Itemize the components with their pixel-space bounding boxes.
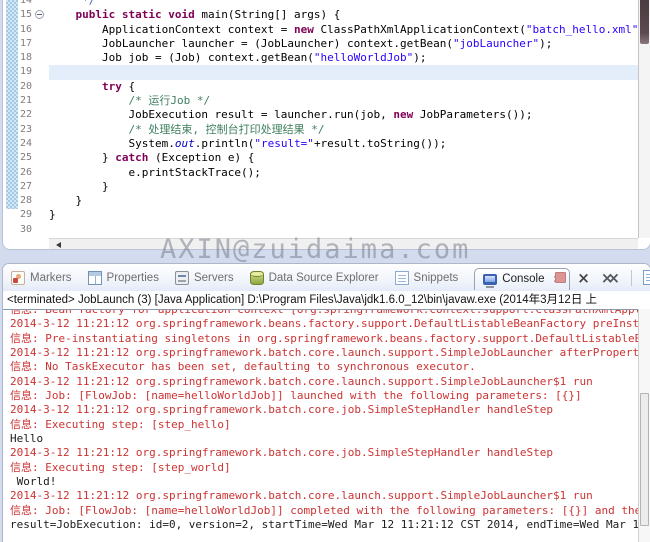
console-line: 信息: Job: [FlowJob: [name=helloWorldJob]]… (10, 389, 638, 403)
tab-label: Snippets (414, 272, 459, 284)
code-line[interactable]: */ (49, 0, 638, 8)
code-line[interactable]: /* 运行Job */ (49, 94, 638, 108)
line-number: 16 (3, 23, 49, 37)
markers-icon (11, 271, 25, 285)
console-line: 2014-3-12 11:21:12 org.springframework.b… (10, 317, 638, 331)
console-line: 2014-3-12 11:21:12 org.springframework.b… (10, 346, 638, 360)
code-line[interactable]: ApplicationContext context = new ClassPa… (49, 23, 638, 37)
tab-servers[interactable]: Servers (175, 271, 234, 285)
tab-label: Markers (30, 272, 72, 284)
remove-launch-icon[interactable]: × (577, 271, 590, 285)
data-source-explorer-icon (250, 271, 264, 285)
editor-horizontal-scrollbar[interactable] (49, 238, 638, 249)
line-number: 14 (3, 0, 49, 8)
tab-label: Servers (194, 272, 234, 284)
tab-markers[interactable]: Markers (11, 271, 72, 285)
view-tab-bar: Markers Properties Servers Data Source Expl… (3, 264, 650, 291)
line-number: 27 (3, 180, 49, 194)
code-lines: */ public static void main(String[] args… (49, 0, 638, 237)
console-line: 2014-3-12 11:21:12 org.springframework.b… (10, 375, 638, 389)
code-line[interactable]: Job job = (Job) context.getBean("helloWo… (49, 51, 638, 65)
servers-icon (175, 271, 189, 285)
console-line: 信息: Pre-instantiating singletons in org.… (10, 332, 638, 346)
console-status-line: <terminated> JobLaunch (3) [Java Applica… (3, 291, 650, 309)
code-line[interactable]: /* 处理结束, 控制台打印处理结果 */ (49, 123, 638, 137)
code-line[interactable]: try { (49, 80, 638, 94)
console-vertical-scrollbar-thumb[interactable] (640, 393, 649, 526)
line-number: 18 (3, 51, 49, 65)
console-icon (483, 274, 497, 285)
tab-label: Data Source Explorer (269, 272, 379, 284)
console-toolbar: × ×× (555, 264, 650, 291)
console-line: Hello (10, 432, 638, 446)
console-line: 信息: Executing step: [step_world] (10, 461, 638, 475)
remove-all-launches-icon[interactable]: ×× (601, 271, 620, 285)
line-number: 29 (3, 208, 49, 222)
line-number: 17 (3, 37, 49, 51)
line-number: 19 (3, 65, 49, 79)
code-line[interactable]: e.printStackTrace(); (49, 166, 638, 180)
code-line[interactable]: JobLauncher launcher = (JobLauncher) con… (49, 37, 638, 51)
editor-vertical-scrollbar[interactable] (638, 0, 650, 238)
line-number: 22 (3, 108, 49, 122)
line-number: 28 (3, 194, 49, 208)
tab-label: Console (502, 273, 544, 285)
code-line[interactable]: System.out.println("result="+result.toSt… (49, 137, 638, 151)
code-line[interactable] (49, 223, 638, 237)
java-editor-panel: 1415161718192021222324252627282930 */ pu… (2, 0, 650, 250)
console-line: result=JobExecution: id=0, version=2, st… (10, 518, 638, 532)
editor-gutter: 1415161718192021222324252627282930 (3, 0, 49, 238)
console-line: 信息: Job: [FlowJob: [name=helloWorldJob]]… (10, 504, 638, 518)
scroll-left-arrow-icon[interactable] (56, 242, 61, 248)
tab-snippets[interactable]: Snippets (395, 271, 459, 285)
fold-collapse-icon[interactable] (35, 10, 44, 19)
console-line: 2014-3-12 11:21:12 org.springframework.b… (10, 403, 638, 417)
toolbar-separator (631, 270, 632, 286)
clear-console-icon[interactable] (643, 270, 650, 285)
line-number: 30 (3, 223, 49, 237)
console-line: 信息: Executing step: [step_hello] (10, 418, 638, 432)
tab-properties[interactable]: Properties (88, 271, 159, 285)
properties-icon (88, 271, 102, 285)
console-vertical-scrollbar[interactable] (638, 309, 650, 542)
console-lines: 信息: Bean factory for application context… (10, 309, 638, 533)
console-line: World! (10, 475, 638, 489)
console-line: 信息: No TaskExecutor has been set, defaul… (10, 360, 638, 374)
code-line[interactable]: } catch (Exception e) { (49, 151, 638, 165)
tab-label: Properties (107, 272, 159, 284)
snippets-icon (395, 271, 409, 285)
line-number: 23 (3, 123, 49, 137)
terminate-icon[interactable] (555, 272, 566, 283)
console-line: 信息: Bean factory for application context… (10, 309, 638, 317)
line-number: 15 (3, 8, 49, 22)
console-line: 2014-3-12 11:21:12 org.springframework.b… (10, 489, 638, 503)
console-view-panel: Markers Properties Servers Data Source Expl… (2, 263, 650, 542)
code-line[interactable]: } (49, 180, 638, 194)
console-line: 2014-3-12 11:21:12 org.springframework.b… (10, 446, 638, 460)
line-number: 20 (3, 80, 49, 94)
code-line[interactable]: public static void main(String[] args) { (49, 8, 638, 22)
code-line[interactable]: } (49, 194, 638, 208)
tab-data-source-explorer[interactable]: Data Source Explorer (250, 271, 379, 285)
editor-vertical-scrollbar-thumb[interactable] (640, 0, 649, 44)
line-number: 24 (3, 137, 49, 151)
line-number-column: 1415161718192021222324252627282930 (3, 0, 49, 237)
line-number: 21 (3, 94, 49, 108)
console-output[interactable]: 信息: Bean factory for application context… (3, 309, 638, 542)
code-line[interactable]: } (49, 208, 638, 222)
line-number: 25 (3, 151, 49, 165)
code-area[interactable]: */ public static void main(String[] args… (49, 0, 638, 238)
code-line[interactable]: JobExecution result = launcher.run(job, … (49, 108, 638, 122)
code-line[interactable] (49, 65, 638, 79)
line-number: 26 (3, 166, 49, 180)
